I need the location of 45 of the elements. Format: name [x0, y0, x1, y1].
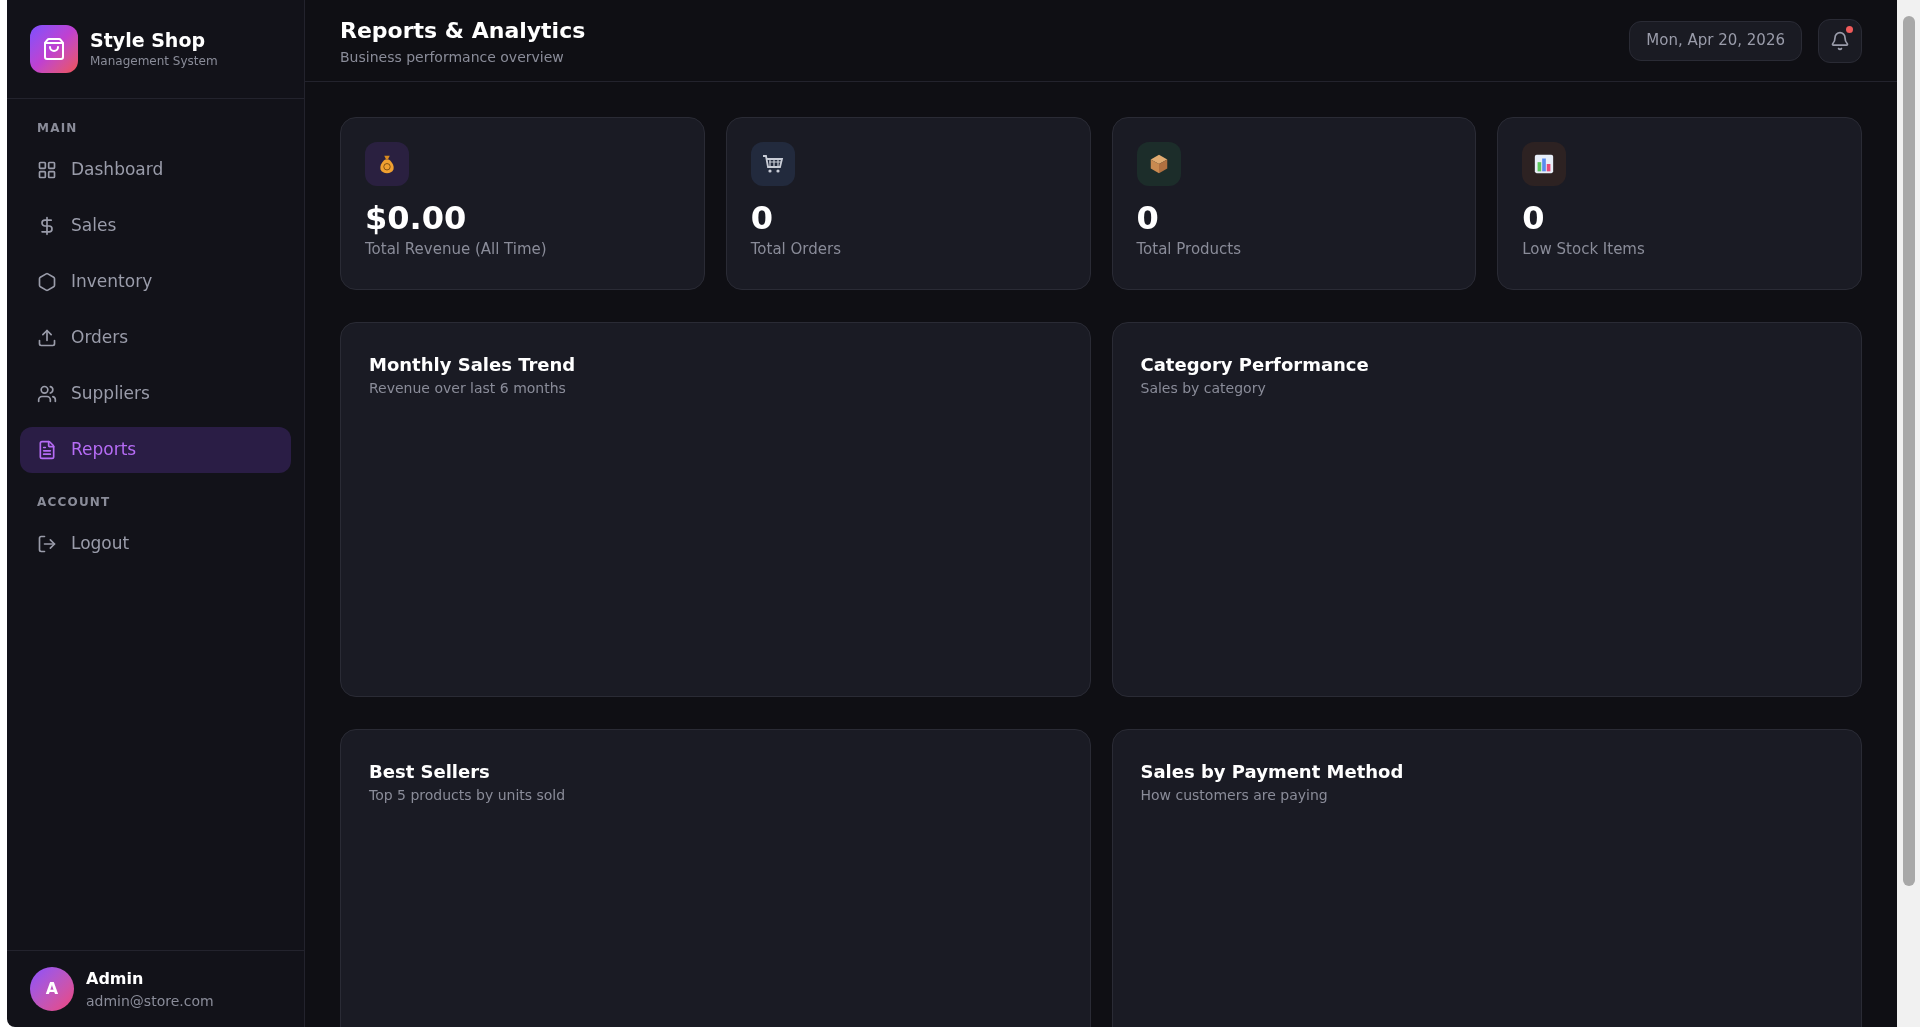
nav-item[interactable]: Reports	[20, 427, 291, 473]
nav-item[interactable]: Orders	[20, 315, 291, 361]
cart-icon	[760, 153, 785, 175]
stat-label: Total Products	[1136, 239, 1243, 260]
date-display: Mon, Apr 20, 2026	[1629, 20, 1802, 61]
section-heading: ACCOUNT	[36, 494, 112, 511]
stat-label: Low Stock Items	[1522, 239, 1646, 260]
upload-icon	[37, 328, 57, 348]
page-title: Reports & Analytics	[340, 16, 586, 45]
scrollbar[interactable]	[1897, 0, 1920, 1027]
stat-value: 0	[750, 198, 774, 238]
grid-icon	[37, 160, 57, 180]
panel-title: Monthly Sales Trend	[369, 353, 577, 377]
page-subtitle: Business performance overview	[340, 47, 565, 67]
user-name: Admin	[86, 967, 145, 990]
panel-title: Best Sellers	[369, 760, 491, 784]
bar-chart-icon	[1533, 153, 1556, 175]
stat-value: 0	[1522, 198, 1546, 238]
document-icon	[37, 440, 57, 460]
brand-subtitle: Management System	[90, 53, 218, 70]
section-heading: MAIN	[36, 120, 79, 137]
nav-item[interactable]: Inventory	[20, 259, 291, 305]
stat-value: 0	[1136, 198, 1160, 238]
bell-icon	[1830, 30, 1850, 51]
nav-item[interactable]: Dashboard	[20, 147, 291, 193]
shopping-bag-icon	[42, 37, 66, 61]
panel-title: Category Performance	[1140, 353, 1370, 377]
nav-item[interactable]: Sales	[20, 203, 291, 249]
stat-value: $0.00	[365, 198, 468, 238]
user-email: admin@store.com	[86, 991, 214, 1011]
nav-item[interactable]: Suppliers	[20, 371, 291, 417]
nav-item[interactable]: Logout	[20, 521, 291, 567]
panel-subtitle: Revenue over last 6 months	[369, 379, 567, 398]
hexagon-icon	[37, 272, 57, 292]
avatar: A	[30, 967, 74, 1011]
notification-button[interactable]	[1818, 18, 1862, 63]
stat-label: Total Revenue (All Time)	[365, 239, 548, 260]
users-icon	[37, 384, 57, 404]
panel-subtitle: Sales by category	[1140, 379, 1267, 398]
stat-label: Total Orders	[750, 239, 842, 260]
brand-name: Style Shop	[90, 28, 207, 52]
panel-subtitle: Top 5 products by units sold	[369, 786, 567, 805]
logout-icon	[37, 534, 57, 554]
panel-subtitle: How customers are paying	[1140, 786, 1329, 805]
panel-title: Sales by Payment Method	[1140, 760, 1405, 784]
